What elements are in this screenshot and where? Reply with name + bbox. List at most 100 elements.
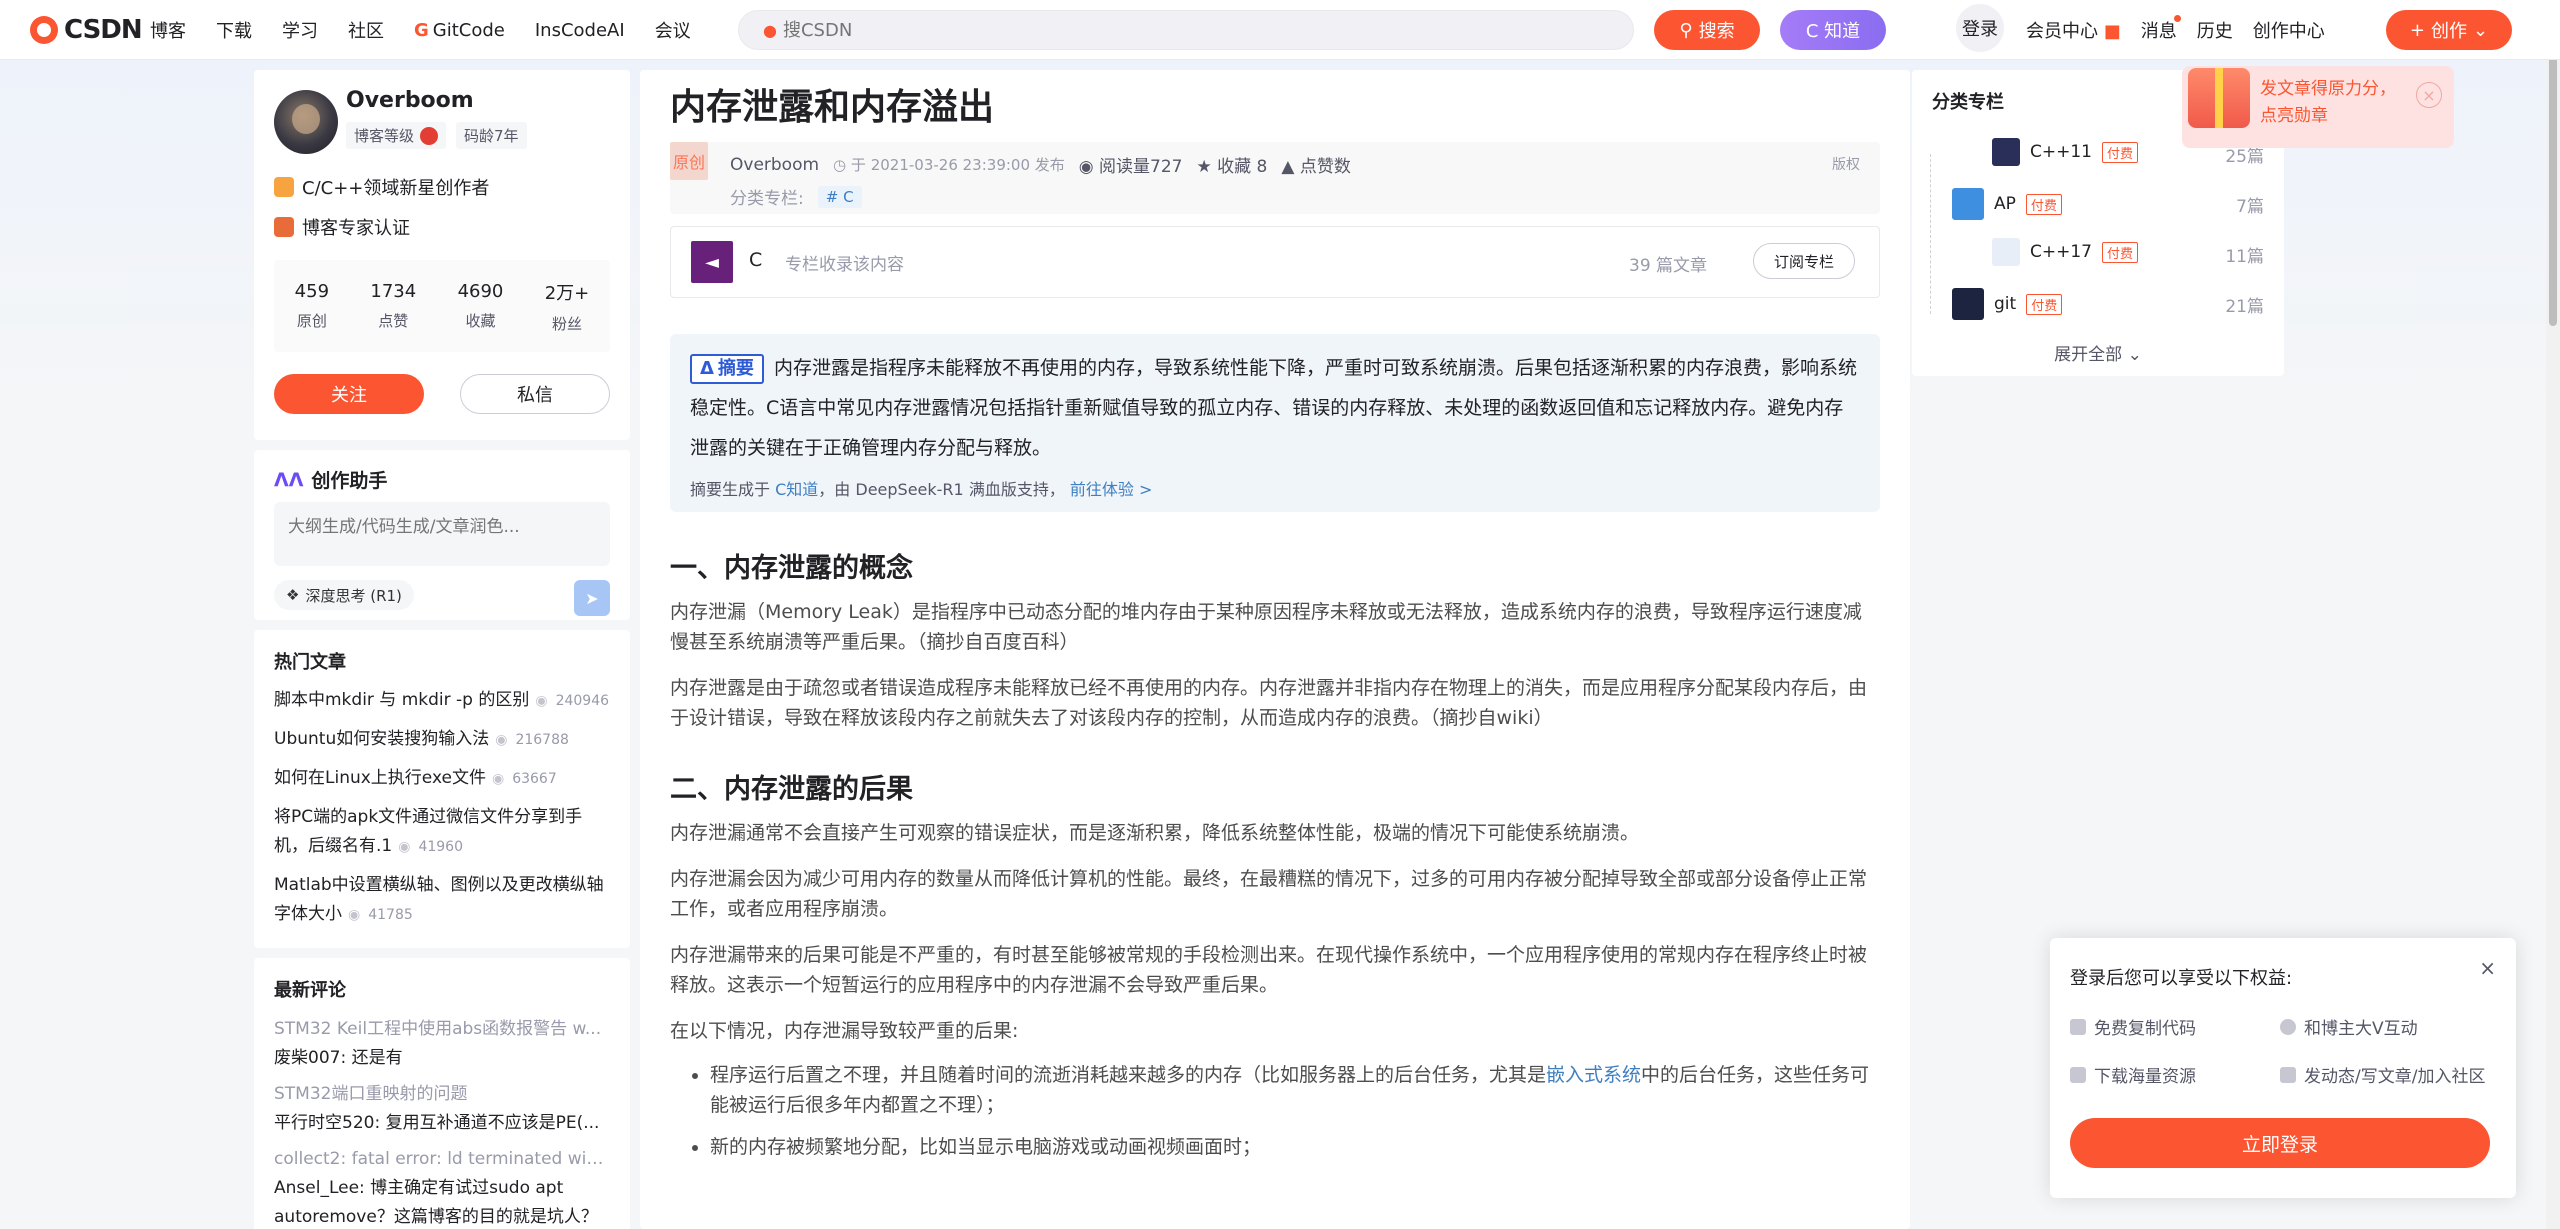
promo-banner[interactable]: 发文章得原力分， 点亮勋章 ×	[2182, 66, 2454, 148]
nav-meeting[interactable]: 会议	[655, 17, 691, 43]
left-sidebar: Overboom 博客等级 码龄7年 C/C++领域新星创作者 博客专家认证 4…	[254, 70, 630, 1229]
tree-line	[1930, 154, 1931, 314]
article-main: 内存泄露和内存溢出 原创 Overboom ◷ 于 2021-03-26 23:…	[640, 70, 1910, 1229]
comment-post-link[interactable]: STM32端口重映射的问题	[274, 1079, 610, 1109]
consequence-list: 程序运行后置之不理，并且随着时间的流逝消耗越来越多的内存（比如服务器上的后台任务…	[670, 1060, 1880, 1162]
column-desc: 专栏收录该内容	[785, 255, 904, 275]
benefit-download: 下载海量资源	[2070, 1062, 2196, 1087]
original-badge: 原创	[670, 142, 708, 180]
git-icon	[1952, 288, 1984, 320]
private-message-button[interactable]: 私信	[460, 374, 610, 414]
ai-summary: Δ 摘要 内存泄露是指程序未能释放不再使用的内存，导致系统性能下降，严重时可致系统崩…	[670, 334, 1880, 512]
assistant-input[interactable]	[274, 502, 610, 566]
close-icon[interactable]: ×	[2416, 82, 2442, 108]
benefit-post: 发动态/写文章/加入社区	[2280, 1062, 2485, 1087]
login-now-button[interactable]: 立即登录	[2070, 1118, 2490, 1168]
category-row: 分类专栏: # C	[730, 184, 862, 209]
comment-body: 平行时空520: 复用互补通道不应该是PE(...	[274, 1113, 600, 1133]
deepthink-icon: ❖	[286, 586, 300, 604]
csdn-logo[interactable]: CSDN	[30, 14, 143, 46]
code-age-tag: 码龄7年	[456, 122, 527, 149]
hot-article-item[interactable]: Matlab中设置横纵轴、图例以及更改横纵轴字体大小 ◉ 41785	[274, 871, 610, 930]
article-meta: 原创 Overboom ◷ 于 2021-03-26 23:39:00 发布 ◉…	[670, 142, 1880, 214]
main-nav: 博客 下载 学习 社区 G GitCode InsCodeAI 会议	[150, 0, 721, 60]
send-icon: ➤	[585, 588, 599, 608]
author-name[interactable]: Overboom	[346, 88, 474, 113]
nav-inscodeai[interactable]: InsCodeAI	[535, 20, 625, 41]
favorite-count[interactable]: ★ 收藏 8	[1196, 152, 1267, 177]
category-item[interactable]: C++17 付费	[1992, 238, 2139, 266]
category-item[interactable]: C++11 付费	[1992, 138, 2139, 166]
category-tag[interactable]: # C	[817, 185, 862, 208]
stat-favorites[interactable]: 4690 收藏	[458, 281, 504, 331]
latest-comments: 最新评论 STM32 Keil工程中使用abs函数报警告 w... 废柴007:…	[254, 958, 630, 1229]
clock-icon: ◷	[833, 156, 847, 174]
vip-center-link[interactable]: 会员中心 ■	[2026, 17, 2121, 43]
stat-fans[interactable]: 2万+ 粉丝	[545, 279, 590, 334]
paragraph: 内存泄漏会因为减少可用内存的数量从而降低计算机的性能。最终，在最糟糕的情况下，过…	[670, 868, 1868, 920]
send-button[interactable]: ➤	[574, 580, 610, 616]
nav-download[interactable]: 下载	[216, 17, 252, 43]
comment-post-link[interactable]: STM32 Keil工程中使用abs函数报警告 w...	[274, 1014, 610, 1044]
messages-link[interactable]: 消息	[2141, 15, 2181, 43]
category-item[interactable]: git 付费	[1952, 288, 2063, 320]
hot-article-item[interactable]: 脚本中mkdir 与 mkdir -p 的区别 ◉ 240946	[274, 686, 610, 716]
column-count: 39 篇文章	[1629, 256, 1708, 276]
ap-icon	[1952, 188, 1984, 220]
paragraph: 内存泄露是由于疏忽或者错误造成程序未能释放已经不再使用的内存。内存泄露并非指内存…	[670, 677, 1868, 729]
csdn-logo-icon	[30, 16, 58, 44]
visual-studio-icon: ◄	[691, 241, 733, 283]
vip-icon	[2280, 1018, 2296, 1035]
category-item[interactable]: AP 付费	[1952, 188, 2062, 220]
category-count: 11篇	[2225, 247, 2264, 267]
gift-box-icon	[2188, 68, 2250, 128]
stat-likes[interactable]: 1734 点赞	[370, 281, 416, 331]
expand-all-button[interactable]: 展开全部 ⌄	[1912, 340, 2284, 365]
gitcode-icon: G	[414, 19, 429, 41]
search-input[interactable]	[782, 19, 1383, 41]
nav-community[interactable]: 社区	[348, 17, 384, 43]
history-link[interactable]: 历史	[2197, 17, 2233, 43]
summary-footer: 摘要生成于 C知道，由 DeepSeek-R1 满血版支持， 前往体验 >	[690, 480, 1153, 499]
copyright-link[interactable]: 版权	[1832, 154, 1860, 174]
comment-body: 废柴007: 还是有	[274, 1048, 403, 1068]
deep-think-toggle[interactable]: ❖ 深度思考 (R1)	[274, 580, 414, 610]
subscribe-column-button[interactable]: 订阅专栏	[1753, 243, 1855, 279]
close-icon[interactable]: ×	[2479, 956, 2496, 980]
nav-blog[interactable]: 博客	[150, 17, 186, 43]
scrollbar[interactable]	[2546, 0, 2560, 1229]
nav-learn[interactable]: 学习	[282, 17, 318, 43]
author-title-rising-star: C/C++领域新星创作者	[274, 174, 489, 200]
login-button[interactable]: 登录	[1956, 4, 2004, 52]
summary-tag: Δ 摘要	[690, 354, 764, 384]
article-meta-row: Overboom ◷ 于 2021-03-26 23:39:00 发布 ◉ 阅读…	[730, 152, 1351, 178]
hot-article-item[interactable]: Ubuntu如何安装搜狗输入法 ◉ 216788	[274, 725, 610, 755]
download-icon	[2070, 1066, 2086, 1083]
embedded-system-link[interactable]: 嵌入式系统	[1546, 1064, 1641, 1086]
hot-articles: 热门文章 脚本中mkdir 与 mkdir -p 的区别 ◉ 240946 Ubun…	[254, 630, 630, 948]
search-button[interactable]: ⚲ 搜索	[1654, 10, 1760, 50]
creation-center-link[interactable]: 创作中心	[2253, 17, 2325, 43]
column-name[interactable]: C	[749, 249, 762, 271]
edit-icon	[2280, 1066, 2296, 1083]
plus-icon: +	[2409, 19, 2425, 41]
zhidao-button[interactable]: C 知道	[1780, 10, 1886, 50]
avatar[interactable]	[274, 90, 338, 154]
like-count[interactable]: ▲ 点赞数	[1281, 152, 1350, 177]
hot-article-item[interactable]: 如何在Linux上执行exe文件 ◉ 63667	[274, 764, 610, 794]
blog-level-tag: 博客等级	[346, 122, 447, 149]
star-icon: ★	[1196, 157, 1212, 177]
article-author[interactable]: Overboom	[730, 155, 819, 175]
stat-original[interactable]: 459 原创	[295, 281, 329, 331]
follow-button[interactable]: 关注	[274, 374, 424, 414]
create-button[interactable]: + 创作 ⌄	[2386, 10, 2512, 50]
comment-post-link[interactable]: collect2: fatal error: ld terminated wit…	[274, 1144, 610, 1174]
latest-comments-title: 最新评论	[274, 980, 346, 1001]
try-link[interactable]: 前往体验 >	[1070, 480, 1153, 499]
eye-icon: ◉	[535, 693, 548, 709]
hot-article-item[interactable]: 将PC端的apk文件通过微信文件分享到手机，后缀名有.1 ◉ 41960	[274, 803, 610, 862]
zhidao-link[interactable]: C知道	[775, 480, 818, 499]
cpp17-icon	[1992, 238, 2020, 266]
nav-gitcode[interactable]: G GitCode	[414, 20, 505, 41]
author-card: Overboom 博客等级 码龄7年 C/C++领域新星创作者 博客专家认证 4…	[254, 70, 630, 440]
